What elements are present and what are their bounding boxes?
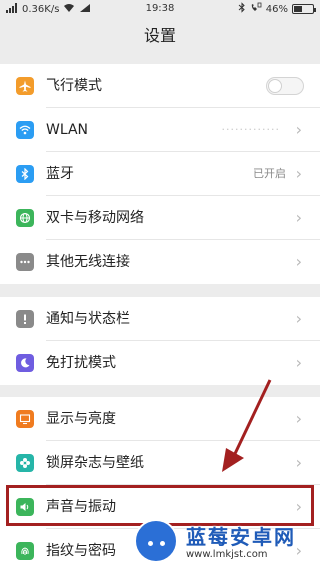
fingerprint-label: 指纹与密码 [46, 543, 116, 559]
flower-icon [16, 454, 34, 472]
setting-do-not-disturb[interactable]: 免打扰模式 › [0, 341, 320, 385]
battery-fill [294, 6, 303, 12]
bluetooth-label: 蓝牙 [46, 166, 74, 182]
toggle-knob [268, 79, 282, 93]
android-robot-logo [134, 519, 178, 563]
chevron-right-icon: › [295, 353, 302, 372]
more-dots-icon [16, 253, 34, 271]
robot-eye [148, 541, 153, 546]
notifications-label: 通知与状态栏 [46, 311, 130, 327]
setting-wlan[interactable]: WLAN ············· › [0, 108, 320, 152]
dnd-label: 免打扰模式 [46, 355, 116, 371]
setting-airplane-mode[interactable]: 飞行模式 [0, 64, 320, 108]
wlan-label: WLAN [46, 122, 89, 138]
airplane-mode-toggle[interactable] [266, 77, 304, 95]
wifi-icon [16, 121, 34, 139]
chevron-right-icon: › [295, 309, 302, 328]
chevron-right-icon: › [295, 409, 302, 428]
status-right: 46% [238, 2, 316, 16]
chevron-right-icon: › [295, 208, 302, 227]
setting-dual-sim-network[interactable]: 双卡与移动网络 › [0, 196, 320, 240]
display-icon [16, 410, 34, 428]
bluetooth-icon [16, 165, 34, 183]
chevron-right-icon: › [295, 164, 302, 183]
status-bar: 0.36K/s 19:38 46% [0, 0, 320, 18]
page-title: 设置 [143, 26, 176, 45]
airplane-mode-label: 飞行模式 [46, 78, 102, 94]
watermark-title: 蓝莓安卓网 [186, 525, 296, 549]
sound-vibration-label: 声音与振动 [46, 499, 116, 515]
chevron-right-icon: › [295, 252, 302, 271]
moon-icon [16, 354, 34, 372]
battery-percent: 46% [265, 3, 288, 15]
chevron-right-icon: › [295, 453, 302, 472]
speaker-icon [16, 498, 34, 516]
settings-group-connectivity: 飞行模式 WLAN ············· › 蓝牙 已开启 › 双卡与移动… [0, 64, 320, 284]
chevron-right-icon: › [295, 120, 302, 139]
display-label: 显示与亮度 [46, 411, 116, 427]
watermark-url: www.lmkjst.com [186, 549, 268, 560]
setting-other-wireless[interactable]: 其他无线连接 › [0, 240, 320, 284]
battery-icon [292, 4, 316, 14]
notification-icon [16, 310, 34, 328]
dual-sim-label: 双卡与移动网络 [46, 210, 144, 226]
setting-bluetooth[interactable]: 蓝牙 已开启 › [0, 152, 320, 196]
watermark: 蓝莓安卓网 www.lmkjst.com [128, 517, 320, 568]
other-wireless-label: 其他无线连接 [46, 254, 130, 270]
bluetooth-status-icon [238, 2, 246, 16]
globe-icon [16, 209, 34, 227]
setting-display-brightness[interactable]: 显示与亮度 › [0, 397, 320, 441]
hd-call-icon [250, 2, 262, 16]
robot-eye [160, 541, 165, 546]
wlan-network-name: ············· [221, 123, 280, 136]
settings-group-notifications: 通知与状态栏 › 免打扰模式 › [0, 297, 320, 385]
lockscreen-label: 锁屏杂志与壁纸 [46, 455, 144, 471]
fingerprint-icon [16, 542, 34, 560]
setting-lockscreen-wallpaper[interactable]: 锁屏杂志与壁纸 › [0, 441, 320, 485]
setting-notifications-statusbar[interactable]: 通知与状态栏 › [0, 297, 320, 341]
airplane-icon [16, 77, 34, 95]
bluetooth-status: 已开启 [253, 167, 286, 180]
